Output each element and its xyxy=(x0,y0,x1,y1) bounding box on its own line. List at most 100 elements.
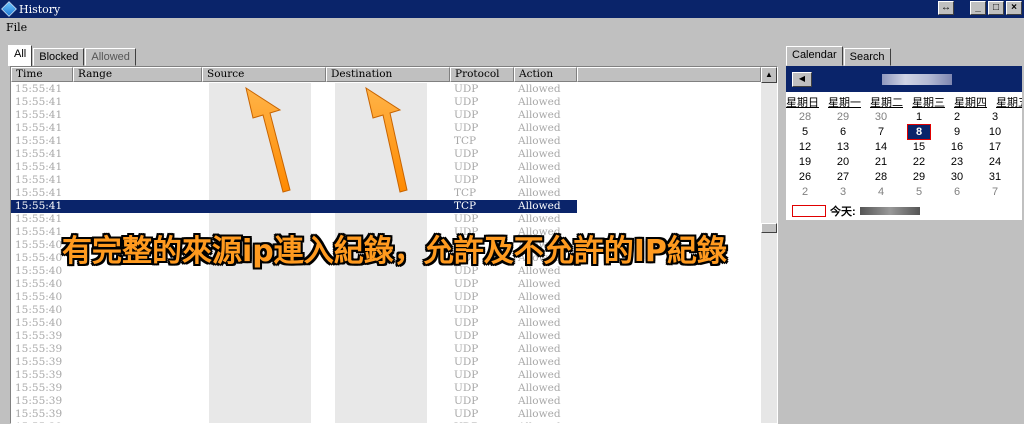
calendar-day[interactable]: 10 xyxy=(976,125,1014,140)
table-row[interactable]: 15:55:39 UDP Allowed xyxy=(11,330,761,343)
calendar-day[interactable]: 15 xyxy=(900,140,938,155)
maximize-button[interactable]: □ xyxy=(988,1,1004,15)
weekday-label: 星期日 xyxy=(786,96,819,109)
protocol-cell: UDP xyxy=(454,96,479,108)
scroll-thumb[interactable] xyxy=(761,223,777,233)
menu-bar: File xyxy=(0,19,1024,37)
calendar-day[interactable]: 1 xyxy=(900,110,938,125)
scroll-up-icon[interactable]: ▲ xyxy=(761,67,777,83)
table-row[interactable]: 15:55:41 UDP Allowed xyxy=(11,96,761,109)
range-cell xyxy=(73,83,202,96)
calendar-day[interactable]: 19 xyxy=(786,155,824,170)
calendar-day[interactable]: 2 xyxy=(786,185,824,200)
table-row[interactable]: 15:55:41 UDP Allowed xyxy=(11,109,761,122)
calendar-day[interactable]: 12 xyxy=(786,140,824,155)
calendar-day[interactable]: 28 xyxy=(786,110,824,125)
calendar-day[interactable]: 31 xyxy=(976,170,1014,185)
table-row[interactable]: 15:55:39 UDP Allowed xyxy=(11,343,761,356)
column-protocol[interactable]: Protocol xyxy=(450,67,514,82)
column-action[interactable]: Action xyxy=(514,67,577,82)
destination-cell xyxy=(326,408,450,421)
calendar-day[interactable]: 5 xyxy=(786,125,824,140)
tab-allowed[interactable]: Allowed xyxy=(85,48,136,66)
tab-search[interactable]: Search xyxy=(843,48,891,66)
tab-calendar[interactable]: Calendar xyxy=(786,46,843,66)
calendar-day[interactable]: 30 xyxy=(938,170,976,185)
source-cell xyxy=(202,291,326,304)
table-row[interactable]: 15:55:39 UDP Allowed xyxy=(11,382,761,395)
calendar-day[interactable]: 6 xyxy=(938,185,976,200)
calendar-day[interactable]: 4 xyxy=(862,185,900,200)
calendar-day[interactable]: 20 xyxy=(824,155,862,170)
today-row[interactable]: 今天: xyxy=(792,203,920,219)
source-cell xyxy=(202,161,326,174)
menu-file[interactable]: File xyxy=(6,21,27,34)
column-source[interactable]: Source xyxy=(202,67,326,82)
calendar-day[interactable]: 30 xyxy=(862,110,900,125)
action-cell: Allowed xyxy=(518,317,561,329)
table-row[interactable]: 15:55:40 UDP Allowed xyxy=(11,304,761,317)
time-cell: 15:55:39 xyxy=(15,408,63,420)
calendar-day[interactable]: 5 xyxy=(900,185,938,200)
protocol-cell: UDP xyxy=(454,330,479,342)
table-row[interactable]: 15:55:41 UDP Allowed xyxy=(11,161,761,174)
table-row[interactable]: 15:55:39 UDP Allowed xyxy=(11,408,761,421)
minimize-button[interactable]: _ xyxy=(970,1,986,15)
range-cell xyxy=(73,291,202,304)
calendar-day-number: 17 xyxy=(988,141,1002,153)
calendar-day[interactable]: 27 xyxy=(824,170,862,185)
prev-month-icon[interactable]: ◀ xyxy=(792,72,812,87)
calendar-day[interactable]: 3 xyxy=(976,110,1014,125)
calendar-day[interactable]: 26 xyxy=(786,170,824,185)
range-cell xyxy=(73,200,202,213)
calendar-day[interactable]: 13 xyxy=(824,140,862,155)
calendar-day[interactable]: 7 xyxy=(976,185,1014,200)
calendar-day[interactable]: 24 xyxy=(976,155,1014,170)
close-button[interactable]: × xyxy=(1006,1,1022,15)
vertical-scrollbar[interactable]: ▲ xyxy=(761,67,777,423)
calendar-day[interactable]: 21 xyxy=(862,155,900,170)
protocol-cell: TCP xyxy=(450,200,514,213)
table-row[interactable]: 15:55:40 UDP Allowed xyxy=(11,317,761,330)
calendar-day[interactable]: 16 xyxy=(938,140,976,155)
range-cell xyxy=(73,382,202,395)
table-row[interactable]: 15:55:41 TCP Allowed xyxy=(11,187,761,200)
calendar-day[interactable]: 2 xyxy=(938,110,976,125)
calendar-day-today[interactable]: 8 xyxy=(900,124,938,140)
column-range[interactable]: Range xyxy=(73,67,202,82)
calendar-day[interactable]: 9 xyxy=(938,125,976,140)
calendar-day[interactable]: 7 xyxy=(862,125,900,140)
column-time[interactable]: Time xyxy=(11,67,73,82)
calendar-day[interactable]: 3 xyxy=(824,185,862,200)
calendar-day[interactable]: 29 xyxy=(824,110,862,125)
table-row-selected[interactable]: 15:55:41 TCP Allowed xyxy=(11,200,761,213)
table-row[interactable]: 15:55:39 UDP Allowed xyxy=(11,356,761,369)
tab-all[interactable]: All xyxy=(8,45,33,66)
table-row[interactable]: 15:55:41 UDP Allowed xyxy=(11,83,761,96)
table-row[interactable]: 15:55:39 UDP Allowed xyxy=(11,395,761,408)
calendar-day[interactable]: 6 xyxy=(824,125,862,140)
table-row[interactable]: 15:55:40 UDP Allowed xyxy=(11,291,761,304)
table-row[interactable]: 15:55:41 UDP Allowed xyxy=(11,213,761,226)
column-destination[interactable]: Destination xyxy=(326,67,450,82)
table-row[interactable]: 15:55:41 TCP Allowed xyxy=(11,135,761,148)
calendar-day[interactable]: 29 xyxy=(900,170,938,185)
calendar-day-number: 30 xyxy=(874,111,888,123)
table-row[interactable]: 15:55:40 UDP Allowed xyxy=(11,278,761,291)
table-row[interactable]: 15:55:41 UDP Allowed xyxy=(11,174,761,187)
table-row[interactable]: 15:55:39 UDP Allowed xyxy=(11,369,761,382)
calendar-day[interactable]: 14 xyxy=(862,140,900,155)
title-bar[interactable]: History ↔ _ □ × xyxy=(0,0,1024,18)
action-cell: Allowed xyxy=(518,278,561,290)
calendar-day[interactable]: 28 xyxy=(862,170,900,185)
calendar-day[interactable]: 23 xyxy=(938,155,976,170)
table-row[interactable]: 15:55:41 UDP Allowed xyxy=(11,148,761,161)
tab-blocked[interactable]: Blocked xyxy=(33,48,85,66)
calendar-day[interactable]: 17 xyxy=(976,140,1014,155)
calendar-day-number: 29 xyxy=(912,171,926,183)
calendar-day[interactable]: 22 xyxy=(900,155,938,170)
calendar-day-number: 5 xyxy=(915,186,923,198)
table-row[interactable]: 15:55:41 UDP Allowed xyxy=(11,122,761,135)
resize-icon[interactable]: ↔ xyxy=(938,1,954,15)
protocol-cell: UDP xyxy=(454,356,479,368)
